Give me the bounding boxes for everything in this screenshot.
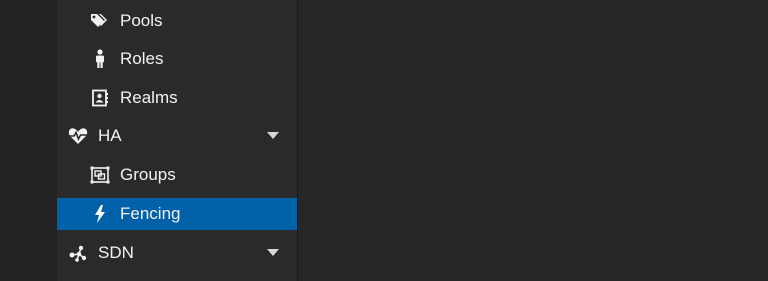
object-group-icon bbox=[90, 165, 110, 185]
nav-item-fencing[interactable]: Fencing bbox=[57, 198, 297, 230]
nav-item-sdn[interactable]: SDN bbox=[57, 237, 297, 269]
left-rail bbox=[0, 0, 57, 281]
nav-item-label: Groups bbox=[120, 165, 176, 184]
tags-icon bbox=[90, 11, 110, 31]
chevron-down-icon[interactable] bbox=[267, 249, 279, 256]
nav-item-label: HA bbox=[98, 126, 122, 145]
main-content-panel bbox=[298, 0, 768, 281]
nav-item-label: Fencing bbox=[120, 204, 181, 223]
chevron-down-icon[interactable] bbox=[267, 132, 279, 139]
nav-item-label: Roles bbox=[120, 49, 164, 68]
nav-item-label: Realms bbox=[120, 88, 178, 107]
navigation-tree: Pools Roles Realms HA Groups Fencing SDN bbox=[57, 0, 298, 281]
nav-item-groups[interactable]: Groups bbox=[57, 159, 297, 191]
nav-item-label: SDN bbox=[98, 243, 134, 262]
nav-item-label: Pools bbox=[120, 11, 163, 30]
nav-item-roles[interactable]: Roles bbox=[57, 43, 297, 75]
nav-item-realms[interactable]: Realms bbox=[57, 82, 297, 114]
nav-item-ha[interactable]: HA bbox=[57, 120, 297, 152]
sdn-share-icon bbox=[68, 243, 88, 263]
app-window: Pools Roles Realms HA Groups Fencing SDN bbox=[0, 0, 768, 281]
male-person-icon bbox=[90, 49, 110, 69]
heartbeat-icon bbox=[68, 126, 88, 146]
nav-item-pools[interactable]: Pools bbox=[57, 5, 297, 37]
bolt-icon bbox=[90, 204, 110, 224]
address-book-icon bbox=[90, 88, 110, 108]
